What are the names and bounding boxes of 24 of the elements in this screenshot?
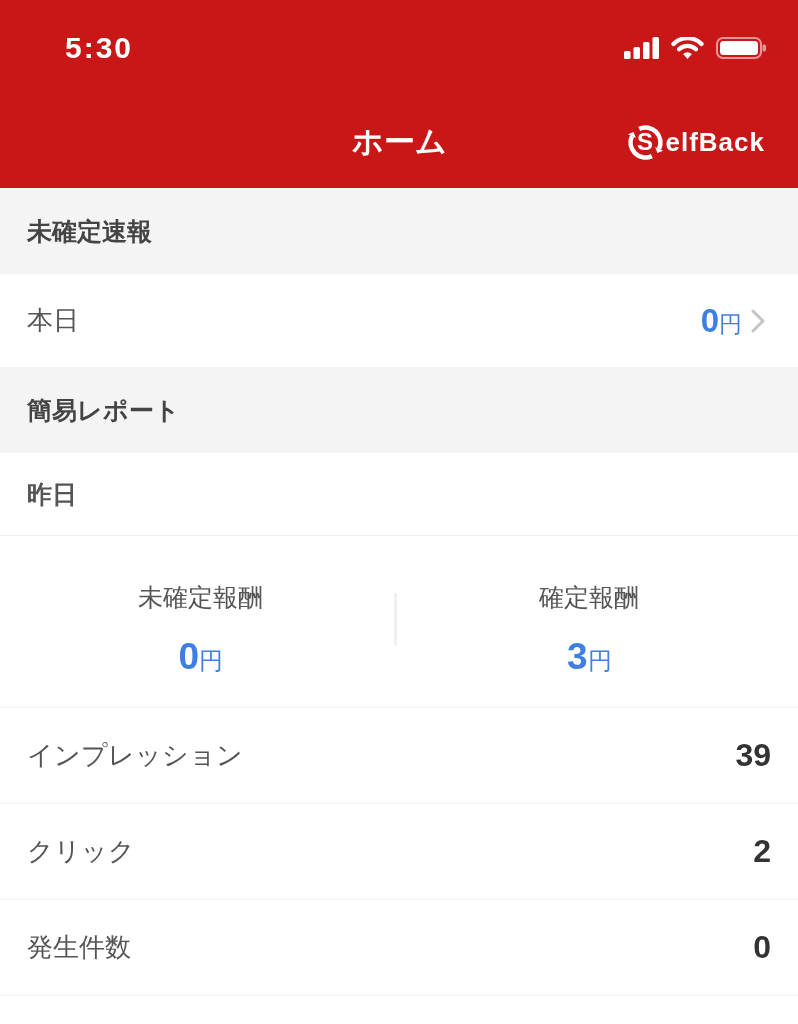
summary-label: 未確定報酬 [138, 582, 264, 612]
summary-label: 確定報酬 [539, 582, 640, 612]
circular-arrows-icon [626, 123, 664, 161]
battery-icon [716, 37, 766, 59]
chevron-right-icon [751, 308, 765, 333]
signal-icon [624, 37, 659, 59]
summary-amount: 3円 [566, 637, 612, 679]
section-header: 未確定速報 [0, 188, 798, 274]
screen-title: ホーム [351, 123, 447, 161]
row-value: 39 [735, 737, 771, 774]
section-header: 簡易レポート [0, 367, 798, 453]
row-label: 本日 [27, 304, 79, 337]
row-label: インプレッション [27, 739, 243, 772]
logo-letter: S [637, 131, 653, 153]
amount-value: 0円 [700, 301, 742, 340]
status-time: 5:30 [65, 31, 134, 65]
row-value: 0 [753, 929, 771, 966]
wifi-icon [671, 36, 704, 60]
row-value: 2 [753, 833, 771, 870]
row-label: 発生件数 [27, 931, 131, 964]
subheading: 昨日 [26, 478, 78, 510]
logo-wordmark: elfBack [665, 126, 765, 158]
summary-amount: 0円 [178, 637, 224, 679]
row-label: クリック [27, 835, 135, 868]
